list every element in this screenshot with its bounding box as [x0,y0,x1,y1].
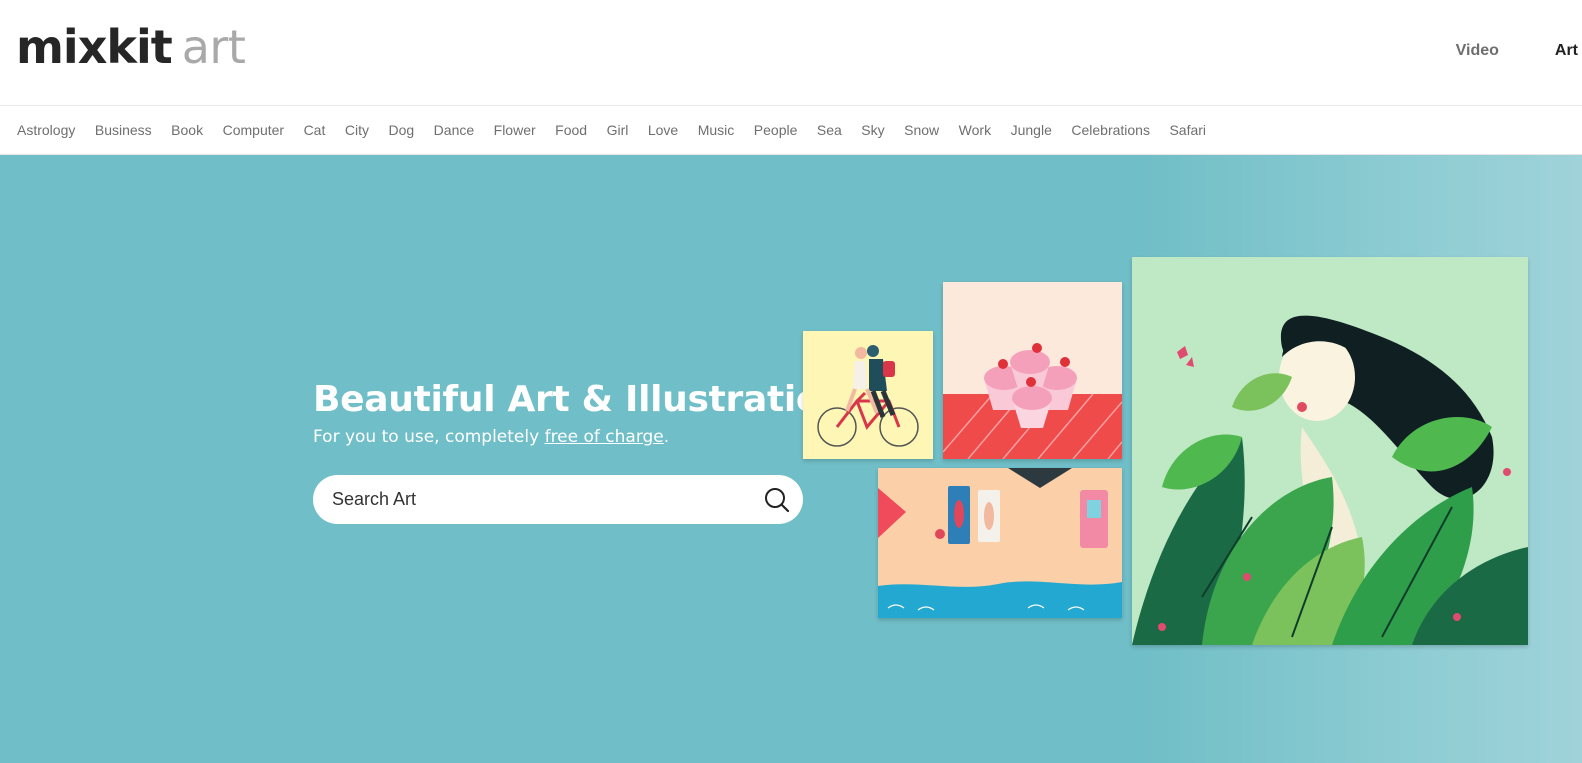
category-link-business[interactable]: Business [95,122,152,138]
category-link-food[interactable]: Food [555,122,587,138]
category-link-jungle[interactable]: Jungle [1011,122,1052,138]
category-link-love[interactable]: Love [648,122,678,138]
category-link-dog[interactable]: Dog [388,122,414,138]
category-link-astrology[interactable]: Astrology [17,122,75,138]
search-icon[interactable] [763,486,791,514]
hero-subtitle: For you to use, completely free of charg… [313,427,669,447]
hero-subtitle-prefix: For you to use, completely [313,427,545,447]
category-link-computer[interactable]: Computer [223,122,284,138]
category-link-sea[interactable]: Sea [817,122,842,138]
woman-with-leaves-illustration[interactable] [1132,257,1528,645]
hero-banner: Beautiful Art & Illustration For you to … [0,155,1582,763]
category-link-city[interactable]: City [345,122,369,138]
category-link-celebrations[interactable]: Celebrations [1071,122,1150,138]
hero-subtitle-suffix: . [663,427,670,447]
category-link-people[interactable]: People [754,122,798,138]
nav-video-link[interactable]: Video [1456,40,1499,62]
category-link-safari[interactable]: Safari [1169,122,1206,138]
top-navigation: Video Art [1456,40,1582,62]
search-input[interactable] [332,489,752,510]
category-link-work[interactable]: Work [959,122,991,138]
category-link-sky[interactable]: Sky [861,122,884,138]
category-link-music[interactable]: Music [698,122,735,138]
nav-art-link[interactable]: Art [1555,40,1578,62]
free-of-charge-link[interactable]: free of charge [545,427,664,447]
search-box [313,475,803,524]
category-link-cat[interactable]: Cat [304,122,326,138]
logo-product: art [181,20,246,74]
site-header: mixkit art Video Art [0,0,1582,106]
category-link-dance[interactable]: Dance [434,122,474,138]
category-bar: Astrology Business Book Computer Cat Cit… [0,106,1582,155]
beach-illustration[interactable] [878,468,1122,618]
category-link-flower[interactable]: Flower [494,122,536,138]
mixkit-art-logo[interactable]: mixkit art [16,20,246,74]
logo-wordmark: mixkit [16,20,173,74]
category-link-snow[interactable]: Snow [904,122,939,138]
cupcakes-illustration[interactable] [943,282,1122,459]
hero-title: Beautiful Art & Illustration [313,379,846,420]
cyclists-illustration[interactable] [803,331,933,459]
category-link-girl[interactable]: Girl [607,122,629,138]
category-link-book[interactable]: Book [171,122,203,138]
